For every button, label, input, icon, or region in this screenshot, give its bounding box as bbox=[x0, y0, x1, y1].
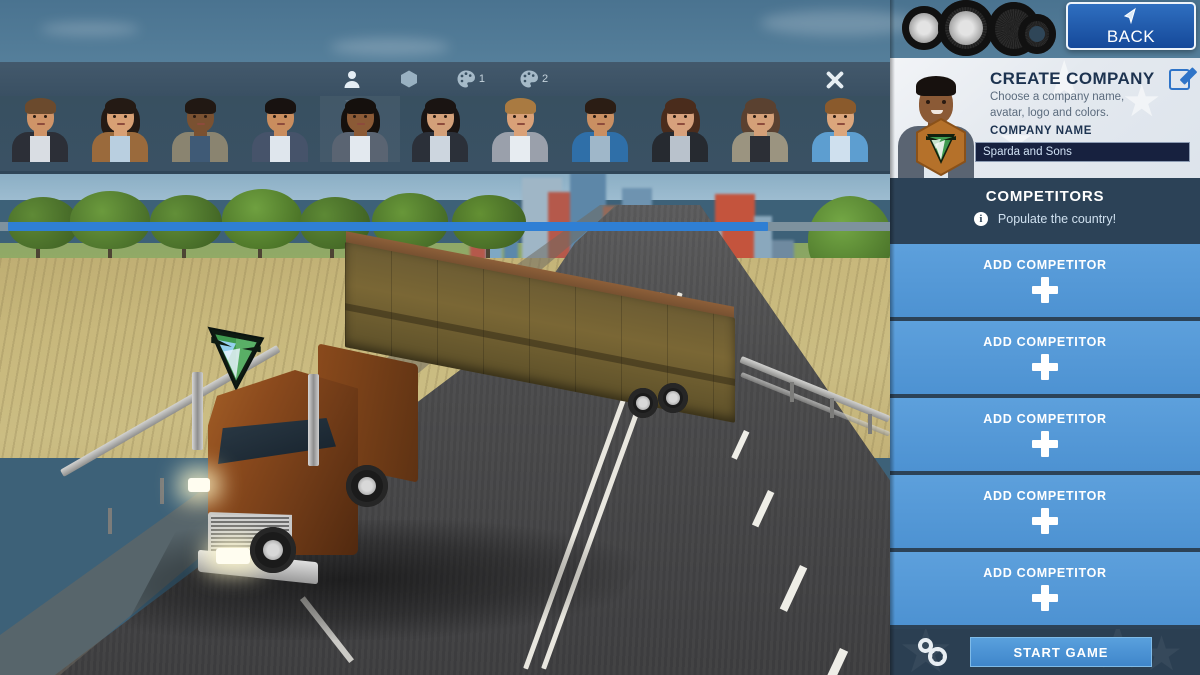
edit-pencil-icon[interactable] bbox=[1169, 69, 1190, 90]
avatar-portrait bbox=[644, 98, 716, 162]
avatar-portrait bbox=[4, 98, 76, 162]
game-screen: 1 2 BACK ★ ★ ★ CREATE COMPANY Choose a c… bbox=[0, 0, 1200, 675]
truck-wheel bbox=[250, 527, 296, 573]
avatar-portrait bbox=[164, 98, 236, 162]
add-competitor-label: ADD COMPETITOR bbox=[983, 489, 1107, 503]
plus-icon bbox=[1032, 354, 1058, 380]
tab-color-1-num: 1 bbox=[478, 73, 485, 85]
tab-logo[interactable] bbox=[399, 69, 422, 89]
avatar-portrait bbox=[484, 98, 556, 162]
semi-truck bbox=[150, 231, 790, 625]
tyre-icon bbox=[938, 0, 994, 56]
right-panel: BACK ★ ★ ★ CREATE COMPANY Choose a compa… bbox=[890, 0, 1200, 675]
avatar-option-3[interactable] bbox=[160, 96, 240, 162]
palette-icon bbox=[520, 70, 539, 88]
competitors-subtitle: Populate the country! bbox=[997, 212, 1117, 226]
plus-icon bbox=[1032, 431, 1058, 457]
create-company-card: ★ ★ ★ CREATE COMPANY Choose a company na… bbox=[890, 58, 1200, 178]
hexagon-company-logo[interactable] bbox=[915, 118, 967, 176]
company-name-input[interactable] bbox=[975, 142, 1190, 162]
add-competitor-label: ADD COMPETITOR bbox=[983, 412, 1107, 426]
avatar-option-2[interactable] bbox=[80, 96, 160, 162]
cursor-arrow-icon bbox=[1123, 7, 1136, 25]
avatar-portrait bbox=[404, 98, 476, 162]
competitors-list: ADD COMPETITOR ADD COMPETITOR ADD COMPETIT… bbox=[890, 244, 1200, 629]
avatar-option-10[interactable] bbox=[720, 96, 800, 162]
avatar-portrait bbox=[564, 98, 636, 162]
tab-color-1[interactable]: 1 bbox=[456, 69, 485, 89]
add-competitor-button-2[interactable]: ADD COMPETITOR bbox=[890, 321, 1200, 394]
avatar-option-1[interactable] bbox=[0, 96, 80, 162]
avatar-option-4[interactable] bbox=[240, 96, 320, 162]
cloud bbox=[40, 22, 140, 36]
add-competitor-label: ADD COMPETITOR bbox=[983, 566, 1107, 580]
avatar-portrait bbox=[724, 98, 796, 162]
trailer-wheel bbox=[628, 388, 658, 418]
plus-icon bbox=[1032, 508, 1058, 534]
add-competitor-label: ADD COMPETITOR bbox=[983, 258, 1107, 272]
trailer-wheel bbox=[658, 383, 688, 413]
gears-icon[interactable] bbox=[918, 638, 948, 666]
company-name-label: COMPANY NAME bbox=[990, 125, 1092, 137]
back-button[interactable]: BACK bbox=[1066, 2, 1196, 50]
info-icon[interactable]: i bbox=[973, 212, 988, 226]
top-decoration-strip: BACK bbox=[890, 0, 1200, 56]
plus-icon bbox=[1032, 277, 1058, 303]
headlight bbox=[188, 478, 210, 492]
avatar-selection-panel: 1 2 bbox=[0, 62, 890, 231]
competitors-header: COMPETITORS i Populate the country! bbox=[890, 178, 1200, 244]
hexagon-icon bbox=[400, 70, 417, 88]
start-game-button[interactable]: START GAME bbox=[970, 637, 1152, 667]
headlight bbox=[216, 548, 250, 564]
avatar-panel-tabs: 1 2 bbox=[0, 62, 890, 108]
avatar-scrollbar-thumb[interactable] bbox=[8, 222, 768, 231]
add-competitor-button-1[interactable]: ADD COMPETITOR bbox=[890, 244, 1200, 317]
person-icon bbox=[344, 71, 360, 88]
start-game-label: START GAME bbox=[1013, 644, 1109, 660]
competitors-title: COMPETITORS bbox=[985, 188, 1105, 205]
avatar-option-11[interactable] bbox=[800, 96, 880, 162]
plus-icon bbox=[1032, 585, 1058, 611]
add-competitor-button-3[interactable]: ADD COMPETITOR bbox=[890, 398, 1200, 471]
avatar-option-9[interactable] bbox=[640, 96, 720, 162]
back-button-label: BACK bbox=[1106, 27, 1156, 46]
tab-color-2[interactable]: 2 bbox=[519, 69, 548, 89]
add-competitor-label: ADD COMPETITOR bbox=[983, 335, 1107, 349]
tab-color-2-num: 2 bbox=[542, 73, 549, 85]
avatar-list[interactable] bbox=[0, 96, 890, 162]
bottom-action-bar: ★ ★ ★ START GAME bbox=[890, 629, 1200, 675]
add-competitor-button-5[interactable]: ADD COMPETITOR bbox=[890, 552, 1200, 625]
close-icon[interactable] bbox=[822, 67, 848, 93]
create-company-subtitle: Choose a company name, avatar, logo and … bbox=[990, 91, 1125, 119]
page-title: CREATE COMPANY bbox=[990, 69, 1155, 88]
tab-avatar[interactable] bbox=[342, 69, 365, 108]
truck-wheel bbox=[346, 465, 388, 507]
palette-icon bbox=[457, 70, 475, 88]
avatar-portrait bbox=[84, 98, 156, 162]
avatar-option-7[interactable] bbox=[480, 96, 560, 162]
tyre-icon bbox=[1018, 14, 1056, 54]
avatar-portrait bbox=[244, 98, 316, 162]
avatar-option-8[interactable] bbox=[560, 96, 640, 162]
avatar-option-6[interactable] bbox=[400, 96, 480, 162]
add-competitor-button-4[interactable]: ADD COMPETITOR bbox=[890, 475, 1200, 548]
avatar-portrait bbox=[324, 98, 396, 162]
avatar-portrait bbox=[804, 98, 876, 162]
avatar-option-5[interactable] bbox=[320, 96, 400, 162]
cloud bbox=[330, 38, 450, 56]
